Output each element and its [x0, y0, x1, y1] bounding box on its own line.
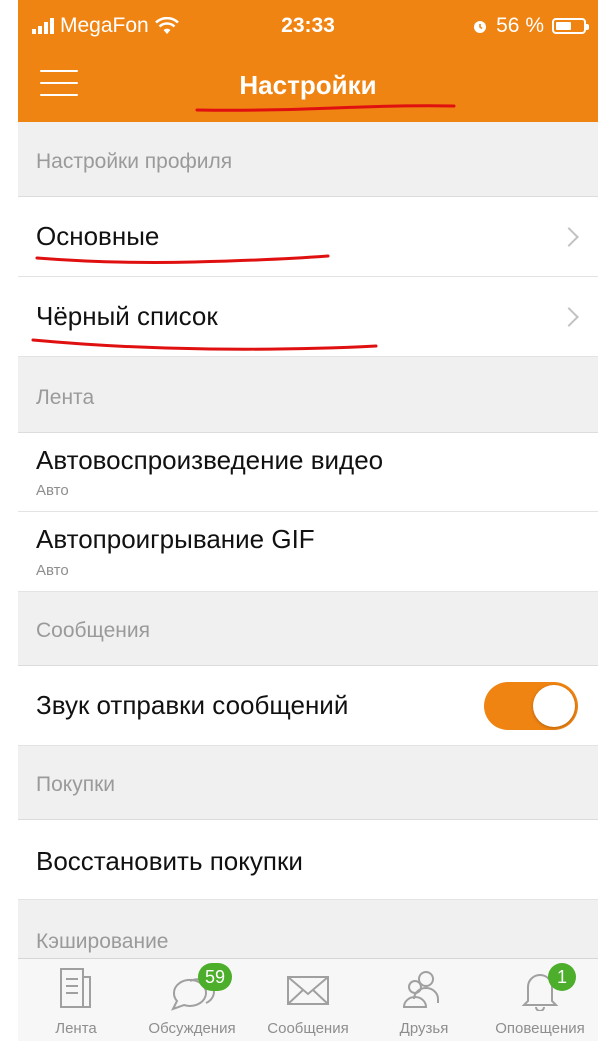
section-label: Кэширование [36, 930, 169, 953]
tab-messages[interactable]: Сообщения [250, 959, 366, 1041]
tab-label: Лента [55, 1020, 97, 1037]
toggle-knob [533, 685, 575, 727]
tab-discussions[interactable]: 59 Обсуждения [134, 959, 250, 1041]
envelope-icon [287, 976, 329, 1005]
tab-notifications[interactable]: 1 Оповещения [482, 959, 598, 1041]
app-header: MegaFon 23:33 56 % Настройки [18, 0, 598, 122]
row-label: Восстановить покупки [36, 846, 303, 876]
friends-icon [402, 971, 439, 1008]
row-label: Автопроигрывание GIF [36, 524, 315, 554]
notifications-badge: 1 [548, 963, 576, 991]
tab-label: Сообщения [267, 1020, 349, 1037]
row-label: Звук отправки сообщений [36, 690, 349, 720]
row-value: Авто [36, 562, 69, 579]
alarm-icon [474, 21, 487, 33]
status-right: 56 % [472, 14, 589, 38]
tab-bar: Лента 59 Обсуждения Сообщения Друзья 1 О… [18, 958, 598, 1041]
feed-icon [60, 968, 91, 1008]
send-sound-row: Звук отправки сообщений [18, 666, 598, 746]
section-profile-header: Настройки профиля [18, 122, 598, 197]
phone-screen: MegaFon 23:33 56 % Настройки Настройки п… [18, 0, 598, 1041]
tab-label: Оповещения [495, 1020, 585, 1037]
section-label: Покупки [36, 773, 115, 796]
page-title: Настройки [239, 70, 377, 100]
section-label: Лента [36, 386, 95, 409]
tab-feed[interactable]: Лента [18, 959, 134, 1041]
section-label: Настройки профиля [36, 150, 233, 173]
status-bar: MegaFon 23:33 56 % [18, 0, 598, 50]
discussions-badge: 59 [198, 963, 233, 991]
chevron-right-icon [559, 307, 579, 327]
chevron-right-icon [559, 227, 579, 247]
send-sound-toggle[interactable] [484, 682, 578, 730]
tab-label: Обсуждения [148, 1020, 236, 1037]
tab-label: Друзья [399, 1020, 449, 1037]
row-label: Чёрный список [36, 301, 218, 331]
section-label: Сообщения [36, 619, 150, 642]
row-value: Авто [36, 482, 69, 499]
annotation-underline-title [195, 104, 456, 112]
section-feed-header: Лента [18, 357, 598, 433]
gif-autoplay-row[interactable]: Автопроигрывание GIF Авто [18, 512, 598, 592]
row-label: Автовоспроизведение видео [36, 445, 384, 475]
section-purchases-header: Покупки [18, 746, 598, 820]
video-autoplay-row[interactable]: Автовоспроизведение видео Авто [18, 433, 598, 512]
annotation-underline-blacklist [31, 338, 378, 351]
section-cache-header: Кэширование [18, 900, 598, 958]
tab-friends[interactable]: Друзья [366, 959, 482, 1041]
battery-icon [552, 18, 589, 34]
restore-purchases-row[interactable]: Восстановить покупки [18, 820, 598, 900]
section-messages-header: Сообщения [18, 592, 598, 666]
battery-percent: 56 % [496, 14, 544, 37]
annotation-underline-general [35, 254, 330, 264]
